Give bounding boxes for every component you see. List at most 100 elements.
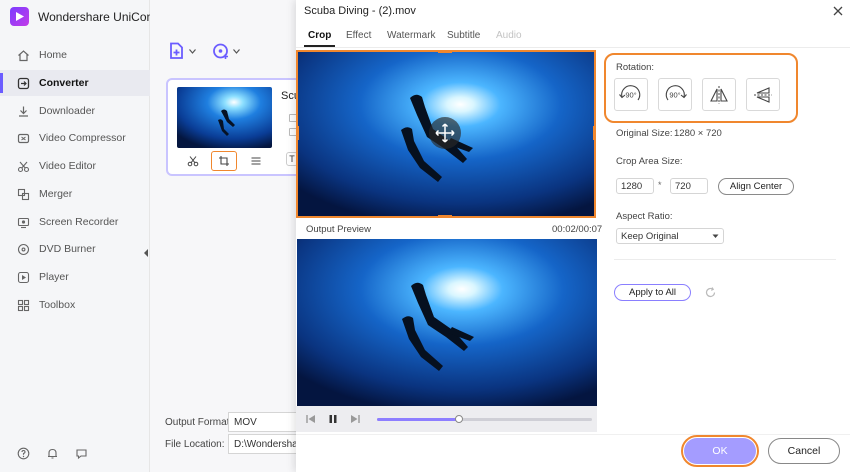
tab-audio[interactable]: Audio [496,30,522,41]
sidebar-item-video-editor[interactable]: Video Editor [0,153,150,179]
close-button[interactable] [830,3,846,19]
list-icon [251,157,261,165]
app-logo [10,7,29,26]
ok-button[interactable]: OK [681,435,759,467]
file-card[interactable]: Scu [166,78,306,176]
crop-button[interactable] [211,151,238,171]
add-file-icon [170,42,183,59]
output-format-select[interactable]: MOV [228,412,298,432]
help-icon[interactable] [16,446,30,460]
load-dvd-button[interactable] [212,42,240,60]
skip-forward-icon [351,415,360,423]
sidebar-item-label: DVD Burner [39,243,96,255]
rotate-clockwise-icon: 90° [619,84,641,100]
crop-handle-left[interactable] [296,126,299,140]
sidebar-item-video-compressor[interactable]: Video Compressor [0,125,150,151]
apply-to-all-button[interactable]: Apply to All [614,284,691,301]
play-icon [16,270,30,284]
original-size-value: 1280 × 720 [674,128,722,139]
sidebar-item-label: Video Editor [39,160,97,172]
reset-icon[interactable] [702,284,718,300]
crop-handle-right[interactable] [593,126,596,140]
tab-watermark[interactable]: Watermark [387,30,436,41]
align-center-button[interactable]: Align Center [718,178,794,195]
aspect-ratio-label: Aspect Ratio: [616,211,673,222]
rotate-counterclockwise-button[interactable]: 90° [658,78,692,111]
converter-icon [16,76,30,90]
tab-subtitle[interactable]: Subtitle [447,30,480,41]
playback-progress-thumb[interactable] [454,415,463,423]
svg-text:90°: 90° [669,90,680,99]
rotate-clockwise-button[interactable]: 90° [614,78,648,111]
svg-text:90°: 90° [625,90,636,99]
effects-button[interactable] [243,151,269,171]
tabs-divider [296,47,850,48]
aspect-ratio-value: Keep Original [621,231,679,242]
move-crop-button[interactable] [429,117,461,149]
crop-handle-top[interactable] [438,50,452,53]
pause-button[interactable] [326,412,340,426]
chevron-down-icon [189,48,196,54]
sidebar-item-toolbox[interactable]: Toolbox [0,292,150,318]
tab-effect[interactable]: Effect [346,30,371,41]
grid-icon [16,298,30,312]
record-icon [16,215,30,229]
tab-crop[interactable]: Crop [303,30,336,47]
sidebar-item-player[interactable]: Player [0,264,150,290]
original-size-label: Original Size: [616,128,673,139]
crop-height-input[interactable]: 720 [670,178,708,194]
add-file-button[interactable] [168,42,196,60]
sidebar-item-downloader[interactable]: Downloader [0,98,150,124]
playback-progress-bar[interactable] [377,415,592,423]
sidebar-item-label: Converter [39,77,89,89]
preview-video-frame [297,239,597,406]
file-thumbnail [177,87,272,148]
app-sidebar: Wondershare UniConverter Home Converter … [0,0,184,472]
aspect-ratio-select[interactable]: Keep Original [616,228,724,244]
sidebar-item-merger[interactable]: Merger [0,181,150,207]
player-controls [296,406,597,432]
sidebar-item-label: Downloader [39,105,96,117]
sidebar-footer [16,446,88,460]
feedback-icon[interactable] [74,446,88,460]
next-frame-button[interactable] [348,412,362,426]
file-location-field[interactable]: D:\Wondershare [228,434,298,454]
move-icon [435,123,455,143]
crop-width-input[interactable]: 1280 [616,178,654,194]
crop-area-label: Crop Area Size: [616,156,683,167]
flip-horizontal-button[interactable] [702,78,736,111]
sidebar-item-label: Home [39,49,68,61]
playback-progress-fill [377,418,459,421]
sidebar-item-label: Screen Recorder [39,216,119,228]
compress-icon [16,131,30,145]
settings-divider [614,259,836,260]
close-icon [833,6,843,16]
flip-vertical-icon [754,86,772,103]
sidebar-item-converter[interactable]: Converter [0,70,150,96]
trim-button[interactable] [180,151,206,171]
output-format-label: Output Format: [165,417,233,428]
dialog-title: Scuba Diving - (2).mov [304,5,416,17]
rotation-label: Rotation: [616,62,655,73]
pause-icon [329,415,337,423]
disc-icon [16,242,30,256]
previous-frame-button[interactable] [304,412,318,426]
scissors-icon [16,159,30,173]
downloader-icon [16,104,30,118]
cancel-button[interactable]: Cancel [768,438,840,464]
chevron-down-icon [233,48,240,54]
flip-vertical-button[interactable] [746,78,780,111]
sidebar-item-home[interactable]: Home [0,42,150,68]
home-icon [16,48,30,62]
sidebar-item-screen-recorder[interactable]: Screen Recorder [0,209,150,235]
sidebar-item-label: Merger [39,188,73,200]
crop-handle-bottom[interactable] [438,215,452,218]
scissors-icon [187,156,199,167]
collapse-sidebar-icon[interactable] [140,244,152,262]
file-location-label: File Location: [165,439,225,450]
crop-icon [219,156,230,166]
bell-icon[interactable] [45,446,59,460]
file-edit-tools [177,150,272,172]
sidebar-item-dvd-burner[interactable]: DVD Burner [0,236,150,262]
footer-divider [296,434,850,435]
